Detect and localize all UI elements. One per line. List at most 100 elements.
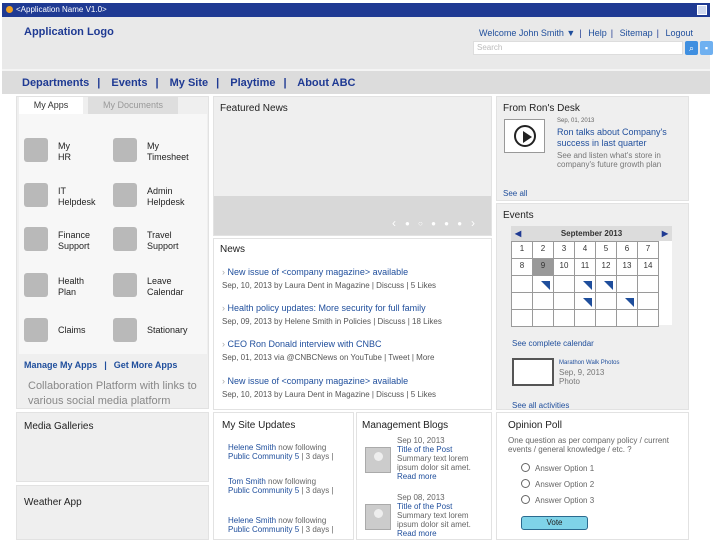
app-health-plan[interactable]: Health Plan — [24, 273, 112, 305]
calendar-day[interactable] — [616, 292, 638, 310]
carousel-prev-icon[interactable]: ‹ — [392, 216, 396, 230]
calendar-day[interactable]: 12 — [595, 258, 617, 276]
calendar-day[interactable]: 7 — [637, 241, 659, 259]
grid-icon[interactable]: ▪ — [700, 41, 713, 55]
blog-item[interactable]: Sep 10, 2013 Title of the Post Summary t… — [397, 436, 489, 481]
top-links: Welcome John Smith ▼ | Help | Sitemap | Log… — [479, 28, 693, 38]
app-logo[interactable]: Application Logo — [24, 26, 114, 39]
calendar-day[interactable]: 14 — [637, 258, 659, 276]
calendar-day[interactable] — [574, 309, 596, 327]
calendar: ◀ September 2013 ▶ 1 2 3 4 5 6 7 8 9 10 … — [511, 226, 672, 327]
carousel-next-icon[interactable]: › — [471, 216, 475, 230]
calendar-day[interactable]: 4 — [574, 241, 596, 259]
welcome-user[interactable]: Welcome John Smith — [479, 28, 564, 38]
search-input[interactable]: Search — [473, 41, 683, 55]
radio-icon[interactable] — [521, 463, 530, 472]
app-travel-support[interactable]: Travel Support — [113, 227, 201, 259]
play-icon[interactable] — [514, 125, 536, 147]
calendar-day[interactable] — [637, 292, 659, 310]
nav-playtime[interactable]: Playtime — [230, 77, 275, 89]
calendar-day[interactable]: 1 — [511, 241, 533, 259]
calendar-day[interactable] — [574, 275, 596, 293]
calendar-day[interactable] — [574, 292, 596, 310]
news-item[interactable]: › CEO Ron Donald interview with CNBC Sep… — [222, 339, 434, 362]
tab-my-documents[interactable]: My Documents — [88, 97, 178, 114]
calendar-prev-icon[interactable]: ◀ — [515, 226, 521, 241]
calendar-day[interactable] — [553, 309, 575, 327]
calendar-day[interactable] — [595, 275, 617, 293]
calendar-day[interactable] — [637, 309, 659, 327]
calendar-day[interactable] — [595, 309, 617, 327]
logout-link[interactable]: Logout — [665, 28, 693, 38]
calendar-day[interactable] — [532, 309, 554, 327]
calendar-next-icon[interactable]: ▶ — [662, 226, 668, 241]
calendar-day[interactable] — [532, 292, 554, 310]
event-flag-icon — [604, 281, 613, 290]
tab-my-apps[interactable]: My Apps — [19, 97, 83, 114]
calendar-day[interactable] — [511, 275, 533, 293]
calendar-day[interactable] — [532, 275, 554, 293]
photo-title[interactable]: Marathon Walk Photos — [559, 360, 619, 366]
update-item[interactable]: Helene Smith now following Public Commun… — [228, 443, 334, 461]
update-item[interactable]: Tom Smith now following Public Community… — [228, 477, 334, 495]
calendar-day[interactable] — [616, 309, 638, 327]
calendar-day[interactable]: 3 — [553, 241, 575, 259]
app-claims[interactable]: Claims — [24, 318, 112, 350]
calendar-day[interactable]: 11 — [574, 258, 596, 276]
calendar-day[interactable]: 5 — [595, 241, 617, 259]
radio-icon[interactable] — [521, 495, 530, 504]
calendar-day[interactable] — [637, 275, 659, 293]
poll-option-2[interactable]: Answer Option 2 — [521, 479, 594, 489]
video-thumbnail[interactable] — [504, 119, 545, 153]
app-finance-support[interactable]: Finance Support — [24, 227, 112, 259]
blog-item[interactable]: Sep 08, 2013 Title of the Post Summary t… — [397, 493, 489, 538]
carousel-dots[interactable]: ● ○ ● ● ● — [405, 219, 465, 228]
nav-about[interactable]: About ABC — [297, 77, 355, 89]
complete-calendar-link[interactable]: See complete calendar — [512, 339, 594, 348]
sitemap-link[interactable]: Sitemap — [620, 28, 653, 38]
app-my-hr[interactable]: My HR — [24, 138, 112, 170]
app-my-timesheet[interactable]: My Timesheet — [113, 138, 201, 170]
poll-option-3[interactable]: Answer Option 3 — [521, 495, 594, 505]
update-item[interactable]: Helene Smith now following Public Commun… — [228, 516, 334, 534]
calendar-day[interactable] — [511, 309, 533, 327]
calendar-day[interactable] — [595, 292, 617, 310]
photo-thumbnail[interactable] — [512, 358, 554, 386]
calendar-day[interactable] — [553, 292, 575, 310]
calendar-day[interactable] — [616, 275, 638, 293]
media-galleries-title: Media Galleries — [24, 421, 94, 432]
chevron-down-icon[interactable]: ▼ — [566, 28, 575, 38]
calendar-day[interactable] — [553, 275, 575, 293]
ron-headline[interactable]: Ron talks about Company's success in las… — [557, 127, 687, 149]
news-item[interactable]: › New issue of <company magazine> availa… — [222, 376, 436, 399]
manage-apps-link[interactable]: Manage My Apps — [24, 360, 97, 370]
featured-carousel[interactable] — [214, 196, 491, 235]
app-leave-calendar[interactable]: Leave Calendar — [113, 273, 201, 305]
calendar-day[interactable]: 6 — [616, 241, 638, 259]
calendar-day[interactable]: 13 — [616, 258, 638, 276]
window-control-icon[interactable] — [697, 5, 707, 15]
vote-button[interactable]: Vote — [521, 516, 588, 530]
radio-icon[interactable] — [521, 479, 530, 488]
nav-events[interactable]: Events — [111, 77, 147, 89]
nav-my-site[interactable]: My Site — [170, 77, 209, 89]
calendar-day[interactable]: 10 — [553, 258, 575, 276]
poll-question: One question as per company policy / cur… — [508, 436, 669, 454]
app-icon — [113, 138, 137, 162]
calendar-day[interactable]: 2 — [532, 241, 554, 259]
app-admin-helpdesk[interactable]: Admin Helpdesk — [113, 183, 201, 215]
calendar-day[interactable] — [511, 292, 533, 310]
see-all-activities-link[interactable]: See all activities — [512, 401, 569, 410]
news-item[interactable]: › Health policy updates: More security f… — [222, 303, 442, 326]
app-stationary[interactable]: Stationary — [113, 318, 201, 350]
calendar-day-selected[interactable]: 9 — [532, 258, 554, 276]
more-apps-link[interactable]: Get More Apps — [114, 360, 178, 370]
calendar-day[interactable]: 8 — [511, 258, 533, 276]
app-it-helpdesk[interactable]: IT Helpdesk — [24, 183, 112, 215]
search-icon[interactable]: ⌕ — [685, 41, 698, 55]
nav-departments[interactable]: Departments — [22, 77, 89, 89]
news-item[interactable]: › New issue of <company magazine> availa… — [222, 267, 436, 290]
help-link[interactable]: Help — [588, 28, 607, 38]
poll-option-1[interactable]: Answer Option 1 — [521, 463, 594, 473]
ron-see-all-link[interactable]: See all — [503, 189, 527, 198]
